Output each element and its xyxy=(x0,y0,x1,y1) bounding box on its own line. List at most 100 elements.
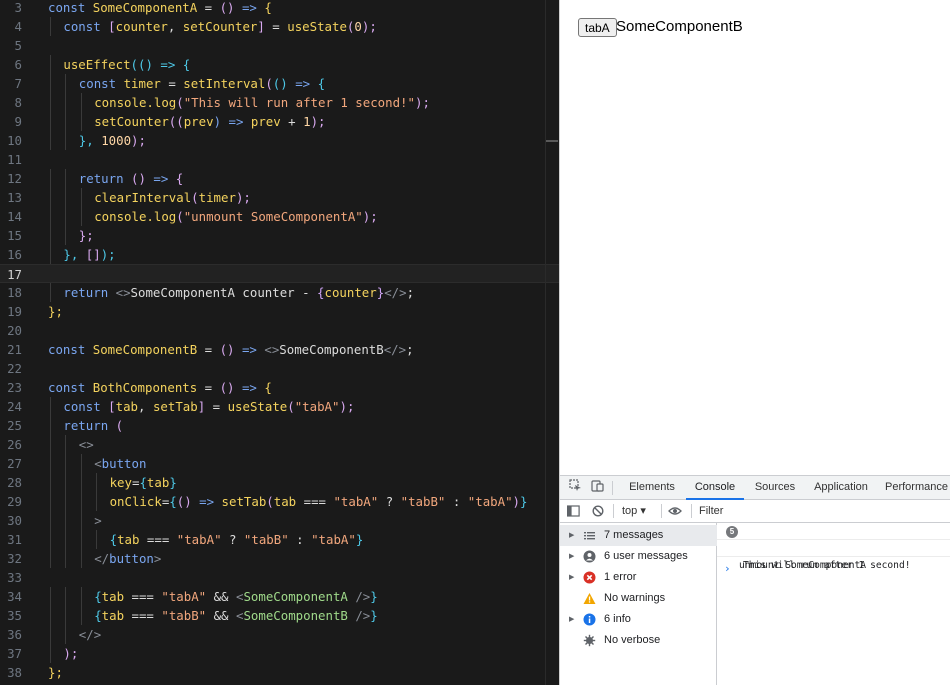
line-number: 28 xyxy=(7,475,22,490)
inspect-element-icon[interactable] xyxy=(566,476,584,500)
code-token: "unmount SomeComponentA" xyxy=(183,209,363,224)
code-token: }; xyxy=(48,665,63,680)
code-token: useState xyxy=(227,399,288,414)
code-token: counter xyxy=(324,285,377,300)
code-token: "tabA" xyxy=(161,589,207,604)
code-token: ( xyxy=(115,418,124,433)
tab-sources[interactable]: Sources xyxy=(748,476,802,500)
code-line: 10}, 1000); xyxy=(0,131,559,150)
code-token: ) => xyxy=(213,114,251,129)
tab-application[interactable]: Application xyxy=(808,476,874,500)
code-line: 8 console.log("This will run after 1 seco… xyxy=(0,93,559,112)
sidebar-toggle-icon[interactable] xyxy=(567,500,580,522)
code-token: () xyxy=(219,342,235,357)
sidebar-item-info[interactable]: ▶ 6 info xyxy=(560,609,717,630)
indent-guide xyxy=(65,188,67,207)
code-text: <> xyxy=(79,435,94,454)
line-number: 14 xyxy=(7,209,22,224)
sidebar-item-list[interactable]: ▶ 7 messages xyxy=(560,525,717,546)
indent-guide xyxy=(50,93,51,112)
clear-console-icon[interactable] xyxy=(592,500,604,522)
console-output[interactable]: 5 This will run after 1 second! unmount … xyxy=(717,523,950,685)
indent-guide xyxy=(50,606,51,625)
indent-guide xyxy=(80,549,82,568)
indent-guide xyxy=(65,131,67,150)
code-token: setTab xyxy=(152,399,198,414)
indent-guide xyxy=(65,606,67,625)
code-token: ); xyxy=(131,133,146,148)
code-token: const xyxy=(48,0,93,15)
code-token: + xyxy=(280,114,304,129)
code-token: === xyxy=(124,608,162,623)
code-token: ( xyxy=(287,399,295,414)
code-line: 11 xyxy=(0,150,559,169)
code-token: SomeComponentB xyxy=(92,342,198,357)
sidebar-item-label: 7 messages xyxy=(604,529,664,541)
line-number: 32 xyxy=(7,551,22,566)
line-number: 27 xyxy=(7,456,22,471)
code-token: ] xyxy=(257,19,265,34)
code-text: </button> xyxy=(94,549,161,568)
code-token: "tabA" xyxy=(311,532,356,547)
expand-arrow-icon[interactable]: ▶ xyxy=(569,525,574,546)
code-line: 15}; xyxy=(0,226,559,245)
sidebar-item-verbose[interactable]: No verbose xyxy=(560,630,717,651)
code-token: } xyxy=(370,608,378,623)
sidebar-item-error[interactable]: ▶ 1 error xyxy=(560,567,717,588)
sidebar-item-label: 6 user messages xyxy=(604,550,688,562)
tab-toggle-button[interactable]: tabA xyxy=(578,18,617,37)
line-number: 21 xyxy=(7,342,22,357)
toolbar-separator xyxy=(691,504,692,518)
code-line: 26 <> xyxy=(0,435,559,454)
code-token: <> xyxy=(264,342,280,357)
tab-console[interactable]: Console xyxy=(686,476,744,500)
code-token: ? xyxy=(221,532,244,547)
code-token: (() => { xyxy=(130,57,191,72)
indent-guide xyxy=(50,416,51,435)
indent-guide xyxy=(65,93,67,112)
indent-guide xyxy=(65,435,67,454)
device-toolbar-icon[interactable] xyxy=(588,476,606,500)
indent-guide xyxy=(50,473,51,492)
line-number: 20 xyxy=(7,323,22,338)
code-text: return <>SomeComponentA counter - {count… xyxy=(63,283,414,302)
code-token: SomeComponentB xyxy=(279,342,384,357)
live-expression-eye-icon[interactable] xyxy=(668,500,682,522)
code-token: ( xyxy=(176,95,184,110)
tab-performance[interactable]: Performance xyxy=(882,476,950,500)
line-number: 17 xyxy=(7,267,22,282)
code-token: </> xyxy=(78,627,102,642)
code-token: "tabA" xyxy=(333,494,379,509)
code-line: 29 onClick={() => setTab(tab === "tabA" ?… xyxy=(0,492,559,511)
sidebar-item-warning[interactable]: No warnings xyxy=(560,588,717,609)
code-token: ); xyxy=(235,190,251,205)
expand-arrow-icon[interactable]: ▶ xyxy=(569,609,574,630)
indent-guide xyxy=(50,587,51,606)
code-token: button xyxy=(109,551,154,566)
code-token: "tabB" xyxy=(161,608,207,623)
indent-guide xyxy=(50,74,51,93)
code-token: () xyxy=(272,76,296,91)
tab-elements[interactable]: Elements xyxy=(622,476,682,500)
console-message: 5 This will run after 1 second! xyxy=(717,523,950,571)
code-line: 20 xyxy=(0,321,559,340)
indent-guide xyxy=(50,549,51,568)
context-selector[interactable]: top ▾ xyxy=(622,500,646,522)
expand-arrow-icon[interactable]: ▶ xyxy=(569,546,574,567)
code-line: 6 useEffect(() => { xyxy=(0,55,559,74)
code-token: => xyxy=(234,342,265,357)
line-number: 29 xyxy=(7,494,22,509)
code-token: prev xyxy=(250,114,281,129)
info-icon xyxy=(583,613,596,626)
code-token: : xyxy=(445,494,468,509)
expand-arrow-icon[interactable]: ▶ xyxy=(569,567,574,588)
console-prompt[interactable]: › xyxy=(724,562,731,575)
code-line: 27 <button xyxy=(0,454,559,473)
code-line: 34 {tab === "tabA" && <SomeComponentA />} xyxy=(0,587,559,606)
filter-input[interactable] xyxy=(699,503,949,519)
console-message: unmount SomeComponentA xyxy=(717,540,950,571)
sidebar-item-user[interactable]: ▶ 6 user messages xyxy=(560,546,717,567)
code-editor[interactable]: 3 const SomeComponentA = () => {4 const [c… xyxy=(0,0,559,685)
code-token: setCounter xyxy=(182,19,258,34)
code-line: 21 const SomeComponentB = () => <>SomeCom… xyxy=(0,340,559,359)
